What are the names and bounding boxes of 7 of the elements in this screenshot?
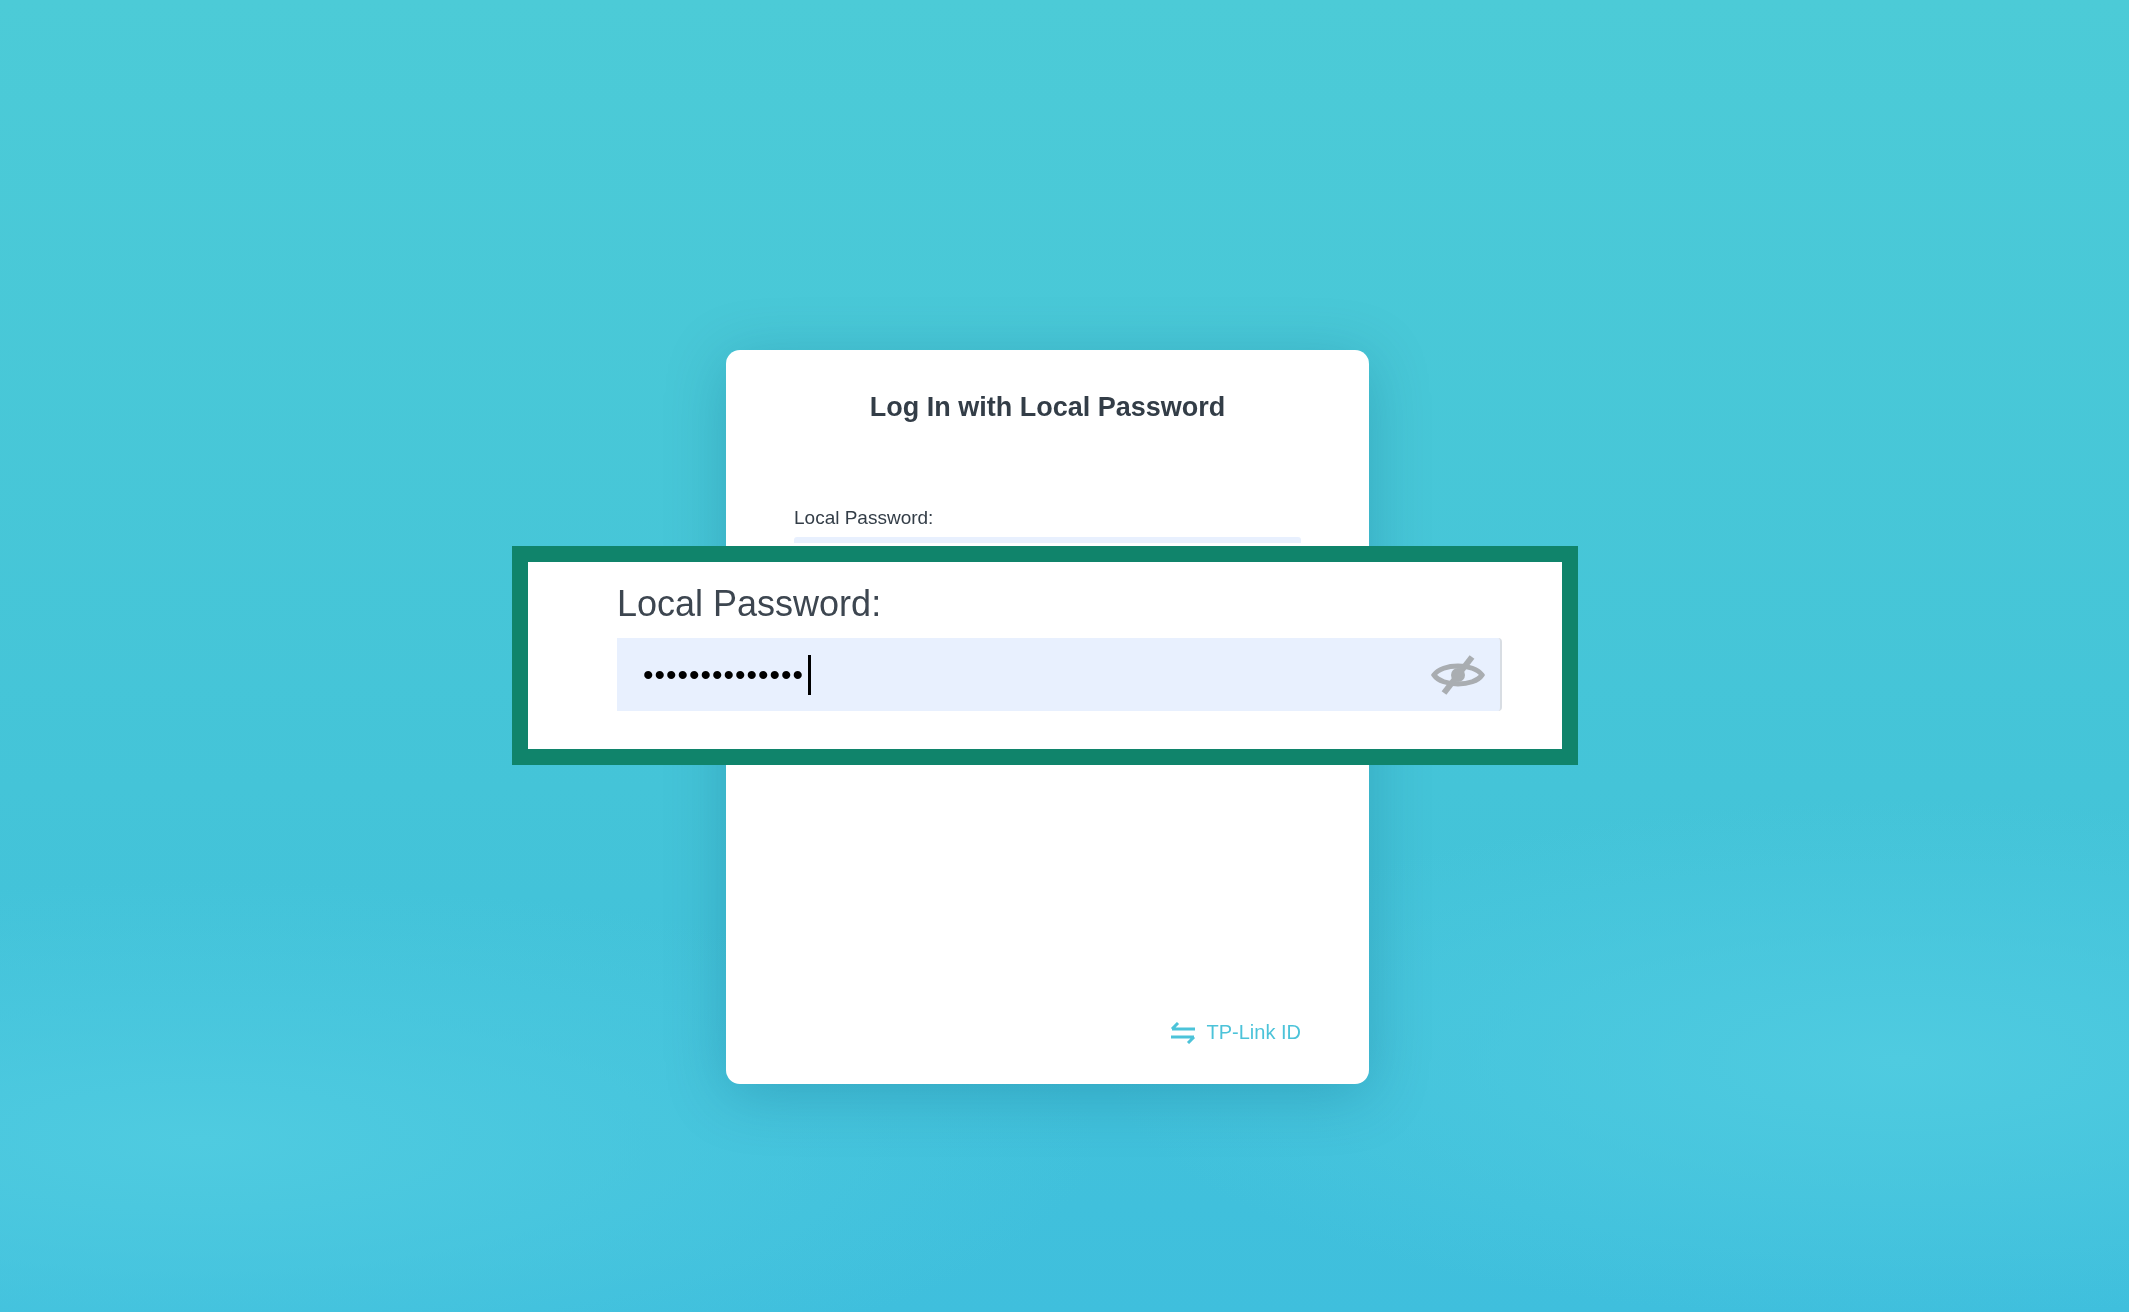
- card-title: Log In with Local Password: [868, 392, 1227, 423]
- password-field[interactable]: ••••••••••••••: [617, 638, 1502, 711]
- eye-slash-icon[interactable]: [1430, 652, 1486, 697]
- swap-arrows-icon: [1168, 1021, 1197, 1044]
- text-cursor: [808, 654, 812, 695]
- field-label: Local Password:: [617, 584, 883, 624]
- field-label: Local Password:: [794, 507, 935, 529]
